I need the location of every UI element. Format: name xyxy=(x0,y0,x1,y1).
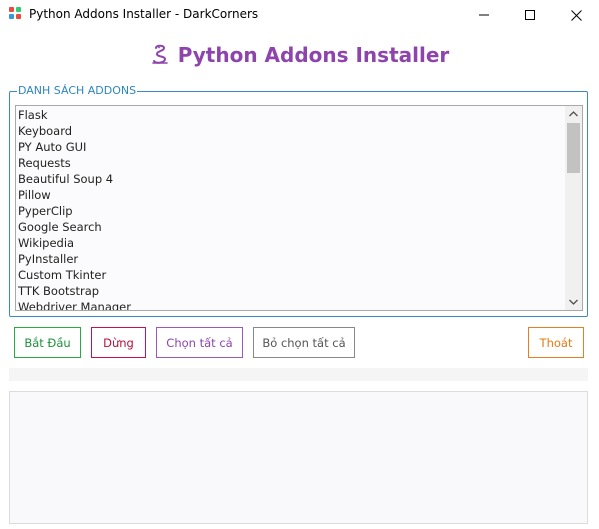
minimize-icon xyxy=(479,14,489,16)
addons-group: DANH SÁCH ADDONS Flask Keyboard PY Auto GU… xyxy=(9,84,588,317)
list-item[interactable]: PyperClip xyxy=(16,203,564,219)
list-item[interactable]: Pillow xyxy=(16,187,564,203)
list-item[interactable]: Google Search xyxy=(16,219,564,235)
page-title: Python Addons Installer xyxy=(177,43,450,67)
app-grid-icon xyxy=(9,7,23,21)
stop-button[interactable]: Dừng xyxy=(91,327,146,358)
list-item[interactable]: PY Auto GUI xyxy=(16,139,564,155)
maximize-button[interactable] xyxy=(507,0,553,30)
window-title: Python Addons Installer - DarkCorners xyxy=(29,7,259,21)
addons-group-legend: DANH SÁCH ADDONS xyxy=(17,84,138,98)
list-item[interactable]: PyInstaller xyxy=(16,251,564,267)
maximize-icon xyxy=(525,10,535,20)
addons-scrollbar[interactable] xyxy=(565,106,582,310)
scroll-down-button[interactable] xyxy=(565,294,582,310)
chevron-down-icon xyxy=(569,299,578,305)
list-item[interactable]: Requests xyxy=(16,155,564,171)
close-button[interactable] xyxy=(553,0,599,30)
select-all-button[interactable]: Chọn tất cả xyxy=(156,327,243,358)
list-item[interactable]: Custom Tkinter xyxy=(16,267,564,283)
scroll-up-button[interactable] xyxy=(565,106,582,122)
scroll-thumb[interactable] xyxy=(567,123,580,173)
close-icon xyxy=(570,9,582,21)
list-item[interactable]: Wikipedia xyxy=(16,235,564,251)
addons-list: Flask Keyboard PY Auto GUI Requests Beautifu… xyxy=(16,107,564,310)
addons-listbox[interactable]: Flask Keyboard PY Auto GUI Requests Beautifu… xyxy=(15,105,583,311)
list-item[interactable]: TTK Bootstrap xyxy=(16,283,564,299)
deselect-all-button[interactable]: Bỏ chọn tất cả xyxy=(253,327,355,358)
minimize-button[interactable] xyxy=(461,0,507,30)
chevron-up-icon xyxy=(569,111,578,117)
list-item[interactable]: Keyboard xyxy=(16,123,564,139)
quit-button[interactable]: Thoát xyxy=(528,327,584,358)
python-snake-icon xyxy=(151,44,168,64)
log-output-area[interactable] xyxy=(9,391,588,524)
list-item[interactable]: Beautiful Soup 4 xyxy=(16,171,564,187)
window-titlebar: Python Addons Installer - DarkCorners xyxy=(0,0,599,30)
install-progress-bar xyxy=(9,368,588,381)
start-button[interactable]: Bắt Đầu xyxy=(14,327,81,358)
app-header: Python Addons Installer xyxy=(0,40,599,70)
list-item[interactable]: Flask xyxy=(16,107,564,123)
list-item[interactable]: Webdriver Manager xyxy=(16,299,564,310)
